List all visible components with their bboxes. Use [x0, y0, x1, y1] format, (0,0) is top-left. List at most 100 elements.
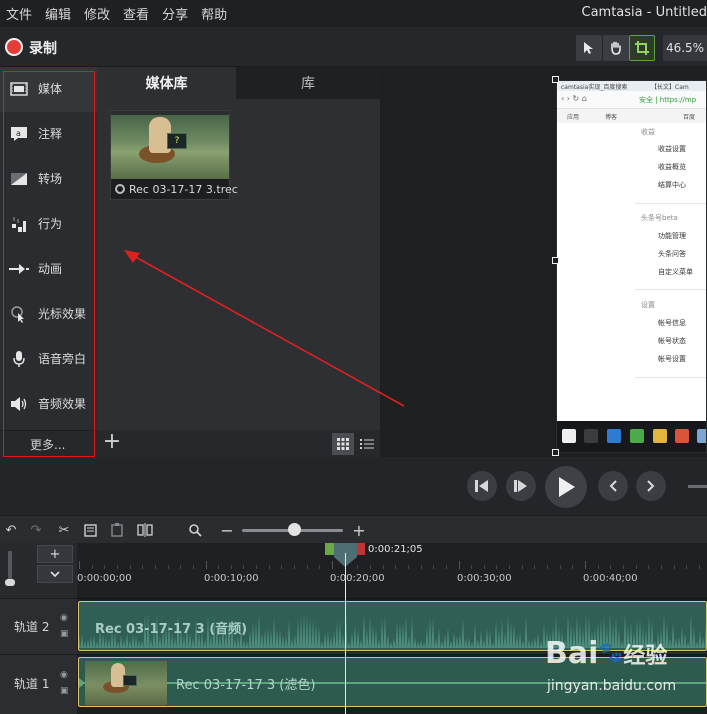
tab-media-bin[interactable]: 媒体库: [97, 67, 236, 99]
step-forward-icon[interactable]: [506, 471, 536, 501]
sidebar-item-behaviors[interactable]: 行为: [0, 202, 97, 247]
zoom-magnifier-icon[interactable]: [186, 521, 204, 539]
timeline-ruler[interactable]: 0:00:21;05 0:00:00;00 0:00:10;00 0:00:20…: [77, 543, 707, 598]
sidebar-item-annotations[interactable]: a 注释: [0, 112, 97, 157]
start-icon: [562, 429, 576, 443]
record-icon[interactable]: [5, 38, 23, 56]
sidebar-item-label: 行为: [38, 217, 63, 231]
eye-icon[interactable]: ◉: [60, 613, 68, 623]
ruler-tick: [180, 565, 182, 569]
step-back-icon[interactable]: [467, 471, 497, 501]
ruler-tick: [91, 565, 93, 569]
timeline-zoom-knob[interactable]: [288, 523, 301, 536]
list-view-icon[interactable]: [356, 433, 378, 455]
sidebar-item-label: 转场: [38, 172, 63, 186]
pointer-icon[interactable]: [576, 35, 602, 61]
sidebar-item-label: 媒体: [38, 82, 63, 96]
sidebar-item-animations[interactable]: 动画: [0, 247, 97, 292]
ruler-tick: [332, 561, 333, 569]
ruler-tick: [382, 565, 384, 569]
ruler-tick: [635, 565, 637, 569]
next-marker-icon[interactable]: [636, 471, 666, 501]
sidebar-item-voice-narration[interactable]: 语音旁白: [0, 337, 97, 382]
cut-icon[interactable]: ✂: [55, 521, 73, 539]
previous-marker-icon[interactable]: [598, 471, 628, 501]
track-height-slider[interactable]: [5, 551, 15, 586]
selection-end-handle[interactable]: [357, 543, 365, 555]
track-2-header[interactable]: 轨道 2 ◉ ▣: [0, 598, 77, 652]
split-icon[interactable]: [136, 521, 154, 539]
ruler-tick: [116, 565, 118, 569]
bin-footer: +: [97, 430, 380, 457]
microphone-icon: [9, 350, 29, 368]
ruler-tick: [420, 565, 422, 569]
clip-label: Rec 03-17-17 3 (滤色): [176, 678, 316, 693]
tools-sidebar: 媒体 a 注释 转场 行为 动画 光标效果 语音旁白 音频效果 更多...: [0, 67, 97, 457]
track-1-header[interactable]: 轨道 1 ◉ ▣: [0, 654, 77, 714]
crop-icon[interactable]: [629, 35, 655, 61]
ruler-tick: [243, 565, 245, 569]
play-icon[interactable]: [545, 466, 587, 508]
menu-share[interactable]: 分享: [156, 4, 195, 23]
resize-handle[interactable]: [552, 257, 559, 264]
lock-icon[interactable]: ▣: [60, 686, 69, 696]
canvas-section-title: 设置: [641, 301, 655, 309]
ruler-tick: [407, 565, 409, 569]
grid-view-icon[interactable]: [332, 433, 354, 455]
sidebar-item-audio-effects[interactable]: 音频效果: [0, 382, 97, 427]
ruler-label: 0:00:40;00: [583, 573, 638, 584]
sidebar-item-cursor-effects[interactable]: 光标效果: [0, 292, 97, 337]
record-button[interactable]: 录制: [29, 38, 57, 58]
copy-icon[interactable]: [82, 521, 100, 539]
lock-icon[interactable]: ▣: [60, 629, 69, 639]
redo-icon[interactable]: ↷: [27, 521, 45, 539]
ruler-tick: [686, 565, 688, 569]
behavior-icon: [9, 215, 29, 233]
sidebar-item-media[interactable]: 媒体: [0, 67, 97, 112]
ruler-tick: [167, 565, 169, 569]
eye-icon[interactable]: ◉: [60, 670, 68, 680]
resize-handle[interactable]: [552, 449, 559, 456]
collapse-tracks-button[interactable]: [37, 565, 73, 583]
ruler-tick: [660, 565, 662, 569]
zoom-in-icon[interactable]: +: [350, 521, 368, 540]
add-track-button[interactable]: +: [37, 545, 73, 563]
sidebar-item-transitions[interactable]: 转场: [0, 157, 97, 202]
resize-handle[interactable]: [552, 76, 559, 83]
ruler-tick: [79, 561, 80, 569]
menu-modify[interactable]: 修改: [78, 4, 117, 23]
menu-view[interactable]: 查看: [117, 4, 156, 23]
speaker-icon: [9, 395, 29, 413]
ruler-tick: [256, 565, 258, 569]
ruler-tick: [496, 565, 498, 569]
clip-name: Rec 03-17-17 3.trec: [115, 183, 238, 196]
canvas-link: 结算中心: [658, 181, 686, 189]
ruler-label: 0:00:00;00: [77, 573, 132, 584]
ruler-tick: [192, 565, 194, 569]
undo-icon[interactable]: ↶: [2, 521, 20, 539]
preview-canvas[interactable]: camtasia实现_百度搜索 【长文】Cam ‹ › ↻ ⌂ 安全 | htt…: [556, 80, 707, 453]
menu-file[interactable]: 文件: [0, 4, 39, 23]
ruler-label: 0:00:20;00: [330, 573, 385, 584]
task-icon: [584, 429, 598, 443]
sidebar-more-button[interactable]: 更多...: [0, 430, 97, 457]
add-media-button[interactable]: +: [100, 431, 124, 455]
tab-library[interactable]: 库: [236, 67, 380, 99]
zoom-out-icon[interactable]: −: [218, 521, 236, 540]
playback-progress-slider[interactable]: [688, 485, 707, 488]
media-clip-thumbnail[interactable]: ? Rec 03-17-17 3.trec: [110, 110, 238, 200]
hand-icon[interactable]: [603, 35, 629, 61]
menu-bar: 文件 编辑 修改 查看 分享 帮助 Camtasia - Untitled: [0, 0, 707, 27]
sidebar-item-label: 音频效果: [38, 397, 87, 411]
paste-icon[interactable]: [108, 521, 126, 539]
menu-help[interactable]: 帮助: [195, 4, 234, 23]
clip-label: Rec 03-17-17 3 (音频): [95, 622, 248, 637]
app-icon: [675, 429, 689, 443]
canvas-link: 功能管理: [658, 232, 686, 240]
ruler-tick: [205, 561, 207, 569]
ruler-tick: [395, 565, 397, 569]
record-clip-icon: [115, 184, 125, 194]
zoom-level-dropdown[interactable]: 46.5%: [663, 35, 707, 61]
menu-edit[interactable]: 编辑: [39, 4, 78, 23]
ruler-tick: [585, 561, 586, 569]
